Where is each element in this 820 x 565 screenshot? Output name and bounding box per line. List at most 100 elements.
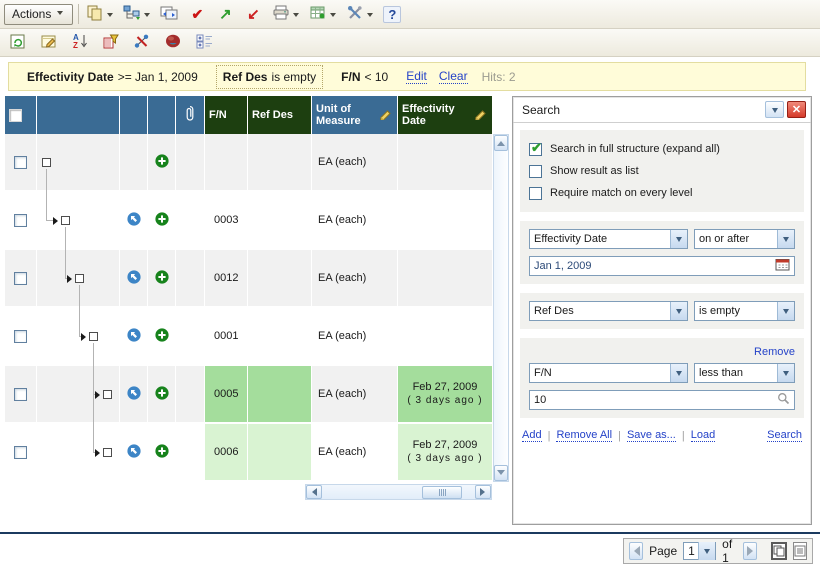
edit-note-button[interactable] <box>38 32 60 54</box>
refresh-button[interactable] <box>7 32 29 54</box>
approve-check-button[interactable]: ✔ <box>186 3 208 25</box>
column-header-ref-des[interactable]: Ref Des <box>248 96 312 134</box>
search-option-checkbox[interactable] <box>529 187 542 200</box>
panel-collapse-button[interactable] <box>765 101 784 118</box>
remove-all-link[interactable]: Remove All <box>556 429 612 442</box>
export-table-button[interactable] <box>307 3 329 25</box>
chevron-down-icon[interactable] <box>107 13 113 20</box>
row-checkbox[interactable] <box>14 272 27 285</box>
column-header-f-n[interactable]: F/N <box>205 96 248 134</box>
tree-node-box[interactable] <box>89 332 98 341</box>
criterion-operator-select[interactable]: less than <box>694 363 795 383</box>
column-header-unit-of-measure[interactable]: Unit of Measure <box>312 96 398 134</box>
select-all-checkbox[interactable] <box>9 109 22 122</box>
sort-az-button[interactable]: AZ <box>69 32 91 54</box>
copy-button[interactable] <box>84 3 106 25</box>
column-header-effectivity-date[interactable]: Effectivity Date <box>398 96 493 134</box>
insert-existing-icon[interactable] <box>127 328 141 345</box>
criterion-operator-select[interactable]: on or after <box>694 229 795 249</box>
add-criterion-link[interactable]: Add <box>522 429 542 442</box>
filter-criterion[interactable]: Ref Desis empty <box>216 65 323 89</box>
filter-edit-link[interactable]: Edit <box>406 69 427 84</box>
criterion-value-input[interactable]: 10 <box>529 390 795 410</box>
tree-cell <box>37 250 120 306</box>
insert-new-cell <box>148 250 176 306</box>
tree-expand-arrow-icon[interactable] <box>95 449 100 457</box>
filter-criterion[interactable]: F/N< 10 <box>335 66 394 88</box>
tree-expand-arrow-icon[interactable] <box>81 333 86 341</box>
next-page-button[interactable] <box>743 542 757 560</box>
tree-node-box[interactable] <box>61 216 70 225</box>
uom-value: EA (each) <box>312 272 366 284</box>
tree-expand-arrow-icon[interactable] <box>95 391 100 399</box>
tools-button[interactable] <box>344 3 366 25</box>
insert-new-icon[interactable] <box>155 328 169 345</box>
insert-new-icon[interactable] <box>155 270 169 287</box>
help-button[interactable]: ? <box>381 3 403 25</box>
tree-node-box[interactable] <box>103 448 112 457</box>
filter-criterion[interactable]: Effectivity Date>= Jan 1, 2009 <box>21 66 204 88</box>
compare-button[interactable] <box>158 3 180 25</box>
row-checkbox[interactable] <box>14 214 27 227</box>
header-select-all[interactable] <box>5 96 37 134</box>
tree-expand-arrow-icon[interactable] <box>67 275 72 283</box>
row-checkbox[interactable] <box>14 330 27 343</box>
tree-node-box[interactable] <box>42 158 51 167</box>
view-graphics-button[interactable] <box>162 32 184 54</box>
list-view-toggle[interactable] <box>793 542 807 560</box>
previous-page-button[interactable] <box>629 542 643 560</box>
filter-clear-link[interactable]: Clear <box>439 69 468 84</box>
criterion-field-select[interactable]: F/N <box>529 363 688 383</box>
chevron-down-icon[interactable] <box>367 13 373 20</box>
tree-node-box[interactable] <box>103 390 112 399</box>
structure-button[interactable] <box>121 3 143 25</box>
insert-new-icon[interactable] <box>155 386 169 403</box>
criterion-field-select[interactable]: Ref Des <box>529 301 688 321</box>
tree-node-box[interactable] <box>75 274 84 283</box>
calendar-icon[interactable] <box>775 258 790 274</box>
table-horizontal-scrollbar[interactable] <box>305 484 492 500</box>
scroll-left-button[interactable] <box>306 485 322 499</box>
chevron-down-icon[interactable] <box>330 13 336 20</box>
save-as-link[interactable]: Save as... <box>627 429 676 442</box>
insert-new-icon[interactable] <box>155 212 169 229</box>
insert-existing-icon[interactable] <box>127 386 141 403</box>
page-select[interactable]: 1 <box>683 542 716 560</box>
insert-new-icon[interactable] <box>155 444 169 461</box>
actions-menu-button[interactable]: Actions <box>4 4 73 25</box>
insert-new-icon[interactable] <box>155 154 169 171</box>
chevron-down-icon[interactable] <box>144 13 150 20</box>
insert-existing-icon[interactable] <box>127 270 141 287</box>
criterion-date-input[interactable]: Jan 1, 2009 <box>529 256 795 276</box>
criterion-field-select[interactable]: Effectivity Date <box>529 229 688 249</box>
row-checkbox[interactable] <box>14 388 27 401</box>
paged-view-toggle[interactable] <box>771 542 787 560</box>
load-link[interactable]: Load <box>691 429 715 442</box>
row-checkbox[interactable] <box>14 156 27 169</box>
checkin-arrow-button[interactable]: ↙ <box>242 3 264 25</box>
search-submit-link[interactable]: Search <box>767 429 802 442</box>
scroll-down-button[interactable] <box>494 465 508 481</box>
tree-expand-arrow-icon[interactable] <box>53 217 58 225</box>
filter-table-button[interactable] <box>100 32 122 54</box>
scrollbar-thumb[interactable] <box>422 486 462 499</box>
expand-all-button[interactable] <box>193 32 215 54</box>
table-vertical-scrollbar[interactable] <box>493 134 509 482</box>
remove-criterion-link[interactable]: Remove <box>754 346 795 358</box>
scroll-right-button[interactable] <box>475 485 491 499</box>
insert-existing-icon[interactable] <box>127 444 141 461</box>
search-option-checkbox[interactable] <box>529 165 542 178</box>
search-option-checkbox[interactable]: ✔ <box>529 143 542 156</box>
fn-value: 0001 <box>205 330 238 342</box>
magnifier-icon[interactable] <box>777 392 790 408</box>
view-graphics-icon <box>165 34 181 51</box>
checkout-arrow-button[interactable]: ↗ <box>214 3 236 25</box>
remove-link-button[interactable] <box>131 32 153 54</box>
panel-close-button[interactable]: ✕ <box>787 101 806 118</box>
insert-existing-icon[interactable] <box>127 212 141 229</box>
print-button[interactable] <box>270 3 292 25</box>
row-checkbox[interactable] <box>14 446 27 459</box>
criterion-operator-select[interactable]: is empty <box>694 301 795 321</box>
chevron-down-icon[interactable] <box>293 13 299 20</box>
scroll-up-button[interactable] <box>494 135 508 151</box>
